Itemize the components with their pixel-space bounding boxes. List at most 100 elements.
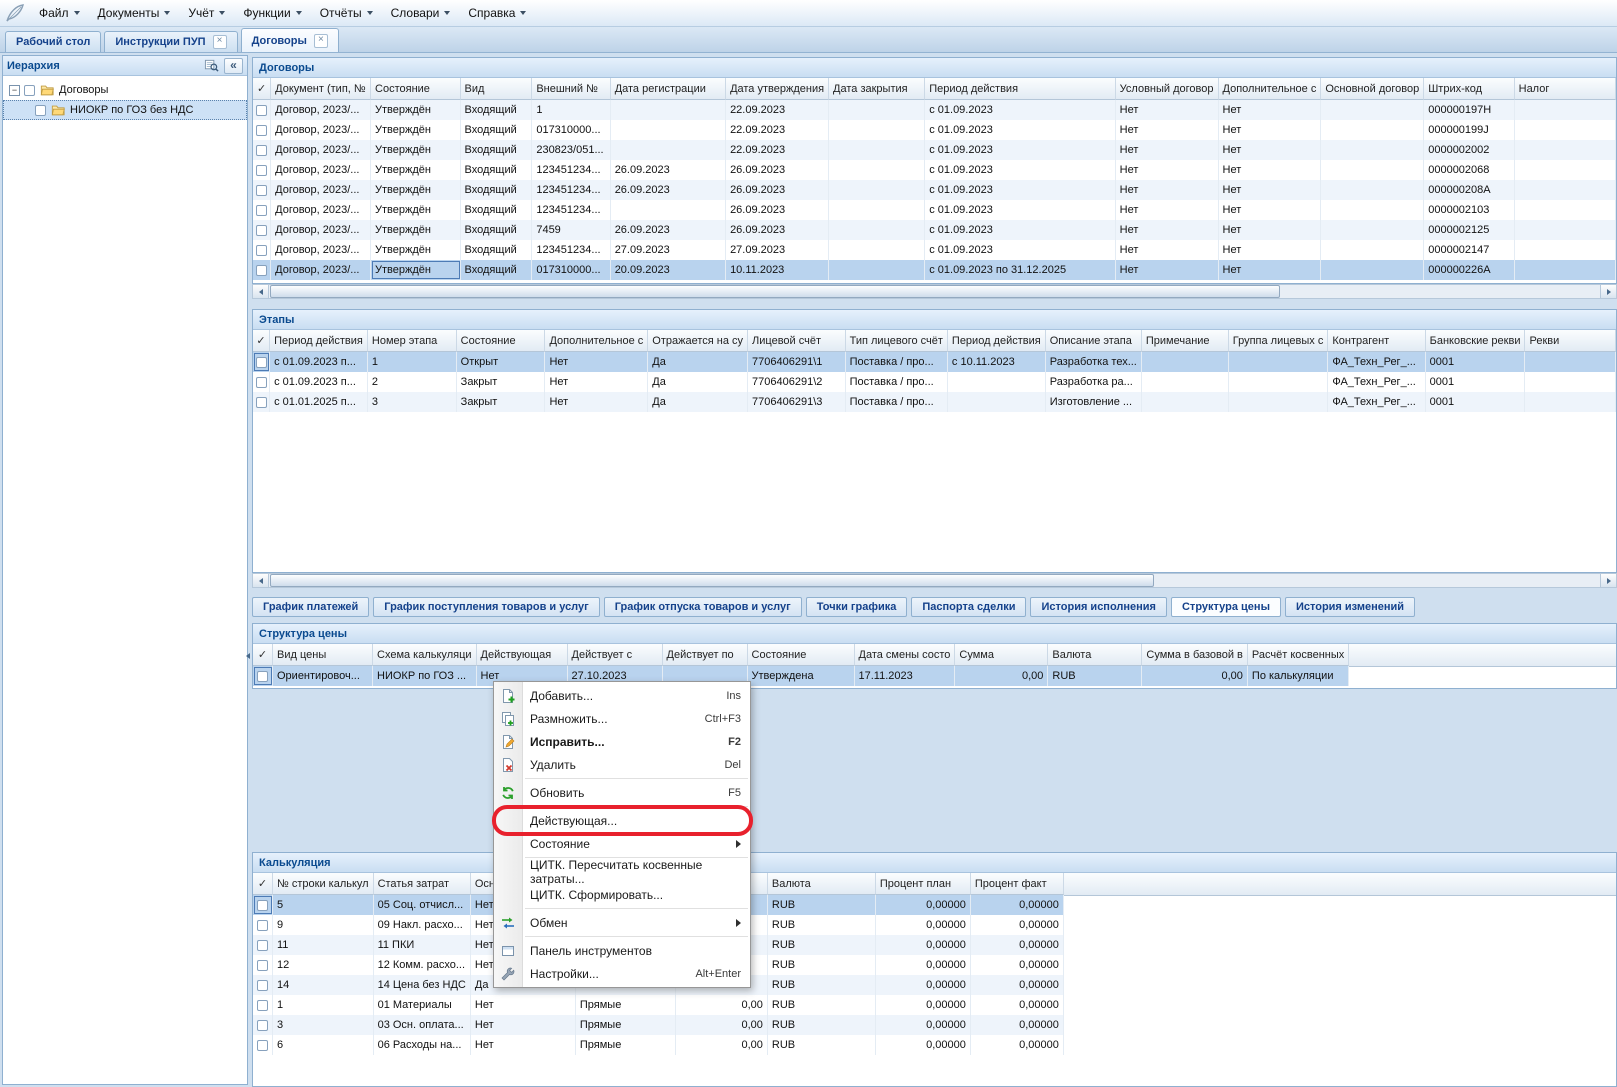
row-checkbox[interactable] <box>257 1020 268 1031</box>
select-all-header[interactable]: ✓ <box>253 644 273 666</box>
panel-collapse-arrow[interactable] <box>244 650 251 662</box>
column-header[interactable]: Период действия <box>948 330 1046 352</box>
row-checkbox[interactable] <box>256 205 267 216</box>
subtab-1[interactable]: График платежей <box>252 597 369 617</box>
menubar-item-3[interactable]: Учёт <box>179 0 234 26</box>
row-select-cell[interactable] <box>253 955 273 975</box>
tree-expander-icon[interactable]: − <box>9 85 20 96</box>
row-select-cell[interactable] <box>253 240 271 260</box>
column-header[interactable]: Дополнительное с <box>545 330 648 352</box>
table-row[interactable]: Договор, 2023/...УтверждёнВходящий123451… <box>253 180 1616 200</box>
collapse-sidebar-icon[interactable]: « <box>224 58 243 74</box>
subtab-7[interactable]: Структура цены <box>1171 597 1281 617</box>
menu-item-12[interactable]: ЦИТК. Сформировать... <box>494 883 750 906</box>
row-select-cell[interactable] <box>253 120 271 140</box>
row-checkbox[interactable] <box>256 185 267 196</box>
row-select-cell[interactable] <box>253 975 273 995</box>
menu-item-2[interactable]: Размножить...Ctrl+F3 <box>494 707 750 730</box>
table-row[interactable]: с 01.09.2023 п...2ЗакрытНетДа7706406291\… <box>253 372 1616 392</box>
menu-item-1[interactable]: Добавить...Ins <box>494 684 750 707</box>
column-header[interactable]: Примечание <box>1142 330 1229 352</box>
table-row[interactable]: 606 Расходы на...НетПрямые0,00RUB0,00000… <box>253 1035 1064 1055</box>
column-header[interactable]: Дата смены состо <box>855 644 956 666</box>
row-select-cell[interactable] <box>253 915 273 935</box>
row-select-cell[interactable] <box>253 392 270 412</box>
column-header[interactable]: Описание этапа <box>1046 330 1142 352</box>
row-checkbox[interactable] <box>257 1040 268 1051</box>
column-header[interactable]: Статья затрат <box>374 873 471 895</box>
subtab-6[interactable]: История исполнения <box>1030 597 1167 617</box>
scrollbar-thumb[interactable] <box>270 285 1280 298</box>
column-header[interactable]: Период действия <box>270 330 368 352</box>
table-row[interactable]: 101 МатериалыНетПрямые0,00RUB0,000000,00… <box>253 995 1064 1015</box>
subtab-4[interactable]: Точки графика <box>806 597 908 617</box>
select-all-header[interactable]: ✓ <box>253 873 273 895</box>
column-header[interactable]: Сумма <box>955 644 1048 666</box>
row-select-cell[interactable] <box>253 140 271 160</box>
menu-item-9[interactable]: Состояние <box>494 832 750 855</box>
scroll-right-button[interactable] <box>1600 285 1616 298</box>
tree-node-1[interactable]: −Договоры <box>3 80 247 100</box>
tab-1[interactable]: Рабочий стол <box>5 31 101 52</box>
row-select-cell[interactable] <box>253 200 271 220</box>
scroll-left-button[interactable] <box>253 574 269 587</box>
menu-item-4[interactable]: УдалитьDel <box>494 753 750 776</box>
menubar-item-7[interactable]: Справка <box>459 0 535 26</box>
row-select-cell[interactable] <box>253 1035 273 1055</box>
table-row[interactable]: с 01.09.2023 п...1ОткрытНетДа7706406291\… <box>253 352 1616 372</box>
table-row[interactable]: Договор, 2023/...УтверждёнВходящий123451… <box>253 160 1616 180</box>
column-header[interactable]: Тип лицевого счёт <box>846 330 948 352</box>
column-header[interactable]: Группа лицевых с <box>1229 330 1329 352</box>
menubar-item-2[interactable]: Документы <box>89 0 180 26</box>
column-header[interactable]: Внешний № <box>532 78 610 100</box>
column-header[interactable]: Период действия <box>925 78 1115 100</box>
tree-checkbox[interactable] <box>24 85 35 96</box>
row-select-cell[interactable] <box>253 180 271 200</box>
row-checkbox[interactable] <box>257 980 268 991</box>
column-header[interactable]: Банковские рекви <box>1426 330 1526 352</box>
scrollbar-thumb[interactable] <box>270 574 1154 587</box>
subtab-2[interactable]: График поступления товаров и услуг <box>373 597 599 617</box>
column-header[interactable]: Рекви <box>1525 330 1616 352</box>
column-header[interactable]: Основной договор <box>1321 78 1424 100</box>
column-header[interactable]: Состояние <box>457 330 546 352</box>
row-select-cell[interactable] <box>253 1015 273 1035</box>
row-checkbox[interactable] <box>256 357 267 368</box>
column-header[interactable]: Вид цены <box>273 644 373 666</box>
table-row[interactable]: Договор, 2023/...УтверждёнВходящий745926… <box>253 220 1616 240</box>
menu-item-11[interactable]: ЦИТК. Пересчитать косвенные затраты... <box>494 860 750 883</box>
column-header[interactable]: Схема калькуляци <box>373 644 477 666</box>
column-header[interactable]: Процент факт <box>971 873 1064 895</box>
column-header[interactable]: Дата утверждения <box>726 78 829 100</box>
row-checkbox[interactable] <box>256 397 267 408</box>
column-header[interactable]: Отражается на су <box>648 330 748 352</box>
tab-2[interactable]: Инструкции ПУП× <box>104 31 237 52</box>
column-header[interactable]: Действует с <box>568 644 663 666</box>
scroll-right-button[interactable] <box>1600 574 1616 587</box>
column-header[interactable]: Номер этапа <box>368 330 457 352</box>
tab-close-icon[interactable]: × <box>213 35 227 49</box>
column-header[interactable]: Дополнительное с <box>1219 78 1322 100</box>
column-header[interactable]: Документ (тип, № <box>271 78 371 100</box>
row-checkbox[interactable] <box>256 165 267 176</box>
menu-item-8[interactable]: Действующая... <box>494 809 750 832</box>
tree-node-2[interactable]: НИОКР по ГОЗ без НДС <box>3 100 247 120</box>
row-checkbox[interactable] <box>257 1000 268 1011</box>
row-checkbox[interactable] <box>256 245 267 256</box>
column-header[interactable]: Налог <box>1515 78 1616 100</box>
table-row[interactable]: с 01.01.2025 п...3ЗакрытНетДа7706406291\… <box>253 392 1616 412</box>
menu-item-14[interactable]: Обмен <box>494 911 750 934</box>
row-select-cell[interactable] <box>253 260 271 280</box>
scroll-left-button[interactable] <box>253 285 269 298</box>
row-checkbox[interactable] <box>256 105 267 116</box>
row-checkbox[interactable] <box>256 265 267 276</box>
tab-3[interactable]: Договоры× <box>241 28 339 52</box>
column-header[interactable]: Состояние <box>748 644 855 666</box>
column-header[interactable]: Лицевой счёт <box>748 330 846 352</box>
select-all-header[interactable]: ✓ <box>253 330 270 352</box>
column-header[interactable]: Дата регистрации <box>611 78 726 100</box>
hierarchy-search-icon[interactable] <box>204 58 219 73</box>
row-select-cell[interactable] <box>253 160 271 180</box>
menu-item-16[interactable]: Панель инструментов <box>494 939 750 962</box>
column-header[interactable]: Штрих-код <box>1424 78 1514 100</box>
